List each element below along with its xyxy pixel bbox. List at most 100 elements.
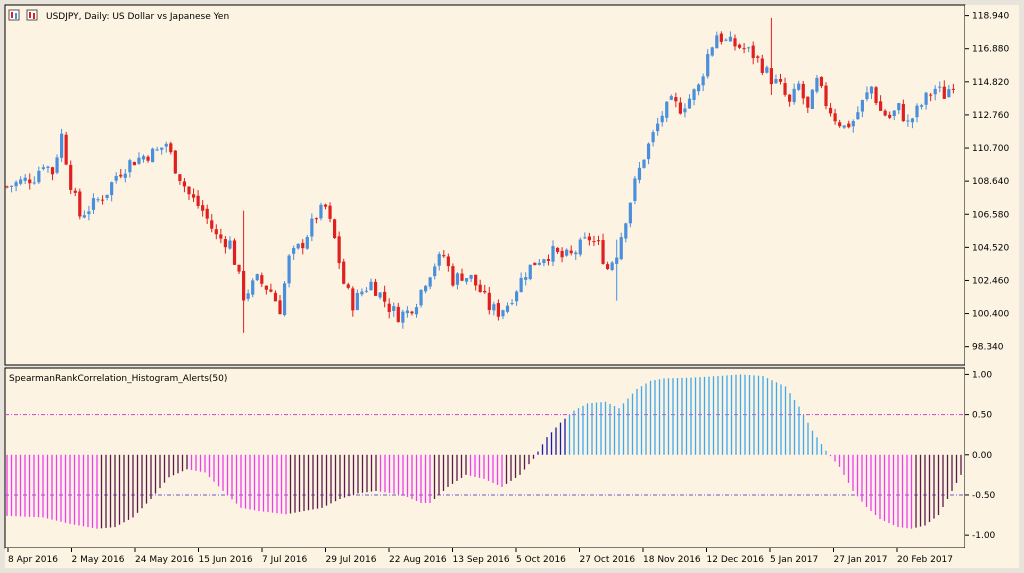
candle-body (524, 277, 528, 280)
candle-body (651, 132, 655, 143)
candle-body (501, 310, 505, 317)
candle-body (737, 44, 742, 48)
candle-body (669, 96, 673, 100)
time-tick-label: 2 May 2016 (72, 555, 125, 565)
candle-body (191, 194, 196, 198)
candle-body (301, 242, 305, 249)
candle-body (947, 89, 951, 98)
candle-body (728, 36, 733, 42)
candle-body (155, 149, 159, 151)
candle-body (223, 239, 227, 248)
time-tick-label: 15 Jun 2016 (199, 555, 253, 565)
candle-body (269, 289, 273, 292)
candle-body (642, 159, 646, 168)
candle-body (778, 78, 783, 82)
candle-body (656, 123, 660, 132)
candle-body (100, 199, 105, 201)
candle-body (810, 89, 814, 109)
time-tick-label: 18 Nov 2016 (643, 555, 701, 565)
candle-body (505, 305, 510, 312)
period-icon[interactable] (26, 9, 38, 21)
price-tick-label: 98.340 (972, 343, 1004, 353)
candle-body (801, 83, 805, 99)
candle-body (169, 143, 173, 153)
candle-body (396, 306, 400, 323)
symbol-label: USDJPY, Daily: US Dollar vs Japanese Yen (46, 12, 229, 22)
candle-body (615, 257, 619, 264)
candle-body (901, 104, 905, 122)
candle-body (906, 120, 910, 122)
candle-body (64, 134, 68, 165)
candle-body (355, 292, 359, 310)
candle-body (23, 177, 27, 181)
candle-body (151, 148, 155, 163)
candle-body (137, 157, 141, 164)
price-tick-label: 106.580 (972, 210, 1009, 220)
candle-body (924, 92, 928, 105)
candle-body (210, 220, 214, 229)
candle-body (246, 293, 250, 299)
candle-body (760, 58, 764, 73)
candle-body (287, 255, 291, 284)
candle-body (628, 202, 632, 224)
candle-body (860, 99, 864, 112)
candle-body (160, 147, 164, 150)
candle-body (765, 67, 769, 73)
candle-body (751, 45, 755, 59)
candle-body (251, 280, 255, 295)
indicator-tick-label: -0.50 (972, 491, 996, 501)
candle-body (219, 234, 223, 239)
candle-body (41, 167, 45, 169)
candle-body (292, 247, 296, 254)
candle-body (683, 108, 687, 113)
candle-body (565, 249, 569, 256)
candle-body (392, 306, 396, 311)
price-tick-label: 112.760 (972, 111, 1009, 121)
candle-body (574, 252, 578, 255)
candle-body (119, 174, 123, 177)
candle-body (182, 181, 187, 187)
candle-body (874, 87, 878, 104)
candle-body (910, 118, 915, 123)
candle-body (592, 241, 596, 243)
candle-body (187, 186, 191, 195)
candle-body (806, 96, 810, 108)
price-tick-label: 114.820 (972, 78, 1009, 88)
price-panel[interactable] (4, 4, 966, 366)
candle-body (633, 178, 637, 201)
candle-body (437, 254, 441, 266)
candle-body (733, 38, 737, 47)
candle-body (783, 83, 787, 95)
candle-body (879, 101, 883, 111)
candle-body (255, 274, 259, 281)
candle-body (50, 167, 55, 175)
candle-body (487, 292, 491, 311)
candle-body (828, 107, 833, 114)
candle-body (847, 123, 851, 128)
candle-body (756, 56, 760, 58)
indicator-label: SpearmanRankCorrelation_Histogram_Alerts… (9, 374, 227, 384)
candle-body (128, 160, 132, 173)
candle-body (114, 175, 118, 181)
candle-body (146, 156, 150, 161)
candle-body (715, 35, 719, 49)
candle-body (537, 262, 541, 265)
candle-body (892, 110, 896, 117)
candle-body (314, 218, 318, 220)
candle-body (451, 266, 455, 286)
indicator-tick-label: 0.00 (972, 451, 992, 461)
indicator-panel[interactable] (4, 367, 966, 549)
candle-body (378, 292, 382, 298)
candle-body (310, 218, 314, 237)
candle-body (710, 47, 714, 56)
candle-body (46, 166, 50, 168)
candle-body (510, 303, 514, 305)
time-tick-label: 5 Jan 2017 (770, 555, 818, 565)
candle-body (455, 273, 460, 285)
candle-body (201, 205, 205, 211)
candle-body (87, 211, 91, 215)
chart-type-icon[interactable] (8, 9, 20, 21)
indicator-tick-label: -1.00 (972, 531, 996, 541)
candle-body (851, 121, 855, 127)
candle-body (273, 292, 278, 302)
